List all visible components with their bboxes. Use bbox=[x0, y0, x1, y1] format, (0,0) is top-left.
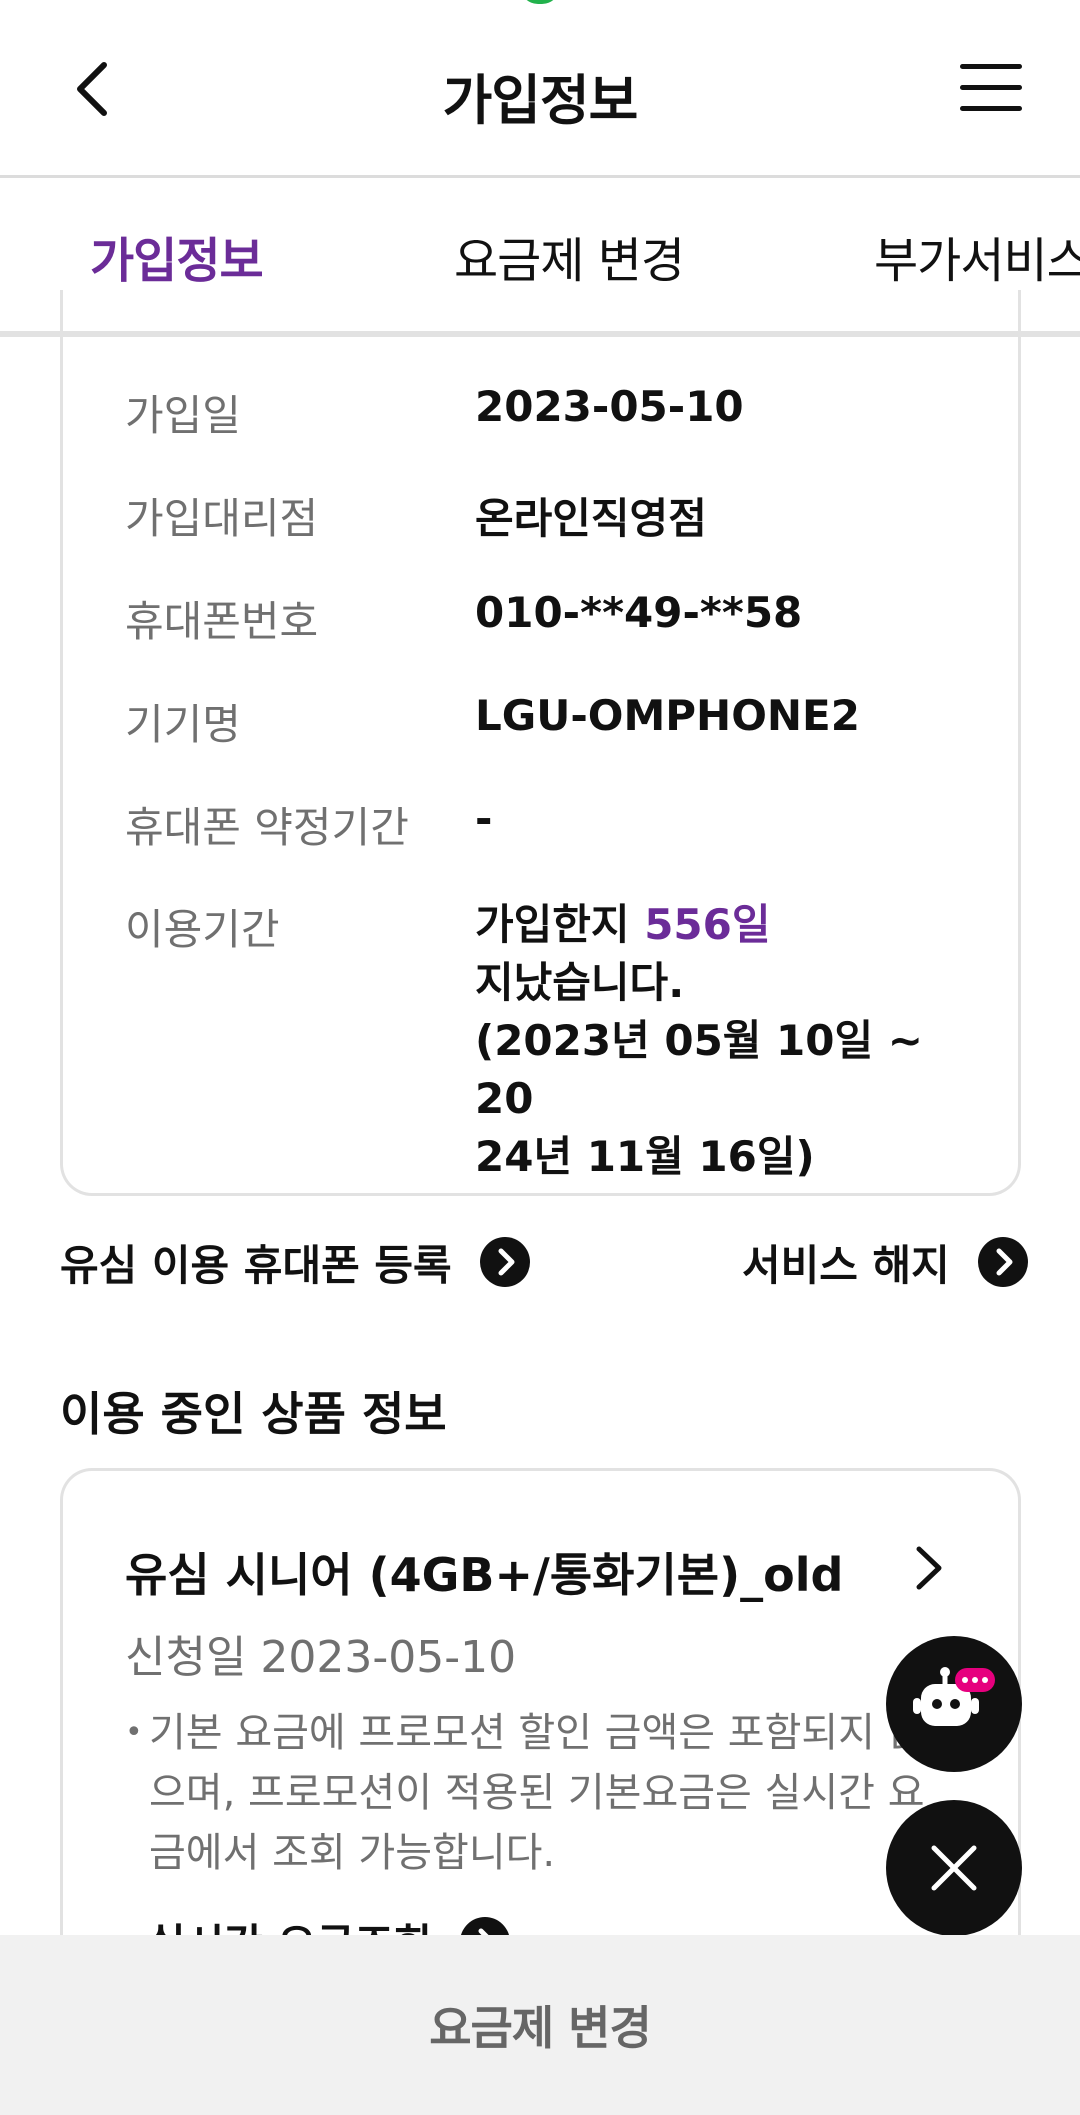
info-value: - bbox=[475, 794, 493, 843]
subscription-info-card: 가입일 2023-05-10 가입대리점 온라인직영점 휴대폰번호 010-**… bbox=[60, 290, 1021, 1196]
hamburger-icon bbox=[960, 64, 1022, 69]
change-plan-button[interactable]: 요금제 변경 bbox=[0, 1935, 1080, 2115]
info-label: 기기명 bbox=[125, 700, 241, 749]
page-title: 가입정보 bbox=[442, 69, 639, 132]
menu-button[interactable] bbox=[958, 60, 1024, 116]
bullet-icon: • bbox=[125, 1715, 143, 1750]
info-value: 2023-05-10 bbox=[475, 382, 744, 431]
close-floating-button[interactable] bbox=[886, 1800, 1022, 1936]
info-label: 이용기간 bbox=[125, 905, 280, 954]
info-label: 휴대폰번호 bbox=[125, 597, 319, 646]
chatbot-button[interactable] bbox=[886, 1636, 1022, 1772]
change-plan-label: 요금제 변경 bbox=[429, 2001, 652, 2055]
promotion-note: • 기본 요금에 프로모션 할인 금액은 포함되지 않으며, 프로모션이 적용된… bbox=[125, 1703, 945, 1883]
days-count: 556일 bbox=[644, 900, 771, 949]
close-icon bbox=[931, 1845, 977, 1891]
info-value: 010-**49-**58 bbox=[475, 588, 803, 637]
arrow-right-circle-icon bbox=[977, 1237, 1028, 1287]
info-label: 휴대폰 약정기간 bbox=[125, 803, 409, 852]
register-usim-phone-link[interactable]: 유심 이용 휴대폰 등록 bbox=[60, 1232, 530, 1292]
chatbot-icon bbox=[913, 1667, 995, 1726]
info-label: 가입대리점 bbox=[125, 494, 319, 543]
terminate-service-link[interactable]: 서비스 해지 bbox=[742, 1232, 1028, 1292]
info-label: 가입일 bbox=[125, 391, 241, 440]
apply-date: 신청일 2023-05-10 bbox=[125, 1632, 517, 1683]
info-value: 온라인직영점 bbox=[475, 494, 707, 543]
usage-period-value: 가입한지 556일 지났습니다. (2023년 05월 10일 ~ 20 24년… bbox=[475, 900, 923, 1181]
product-name: 유심 시니어 (4GB+/통화기본)_old bbox=[125, 1548, 844, 1602]
section-title: 이용 중인 상품 정보 bbox=[60, 1387, 447, 1441]
info-value: LGU-OMPHONE2 bbox=[475, 691, 860, 740]
chevron-right-icon bbox=[916, 1546, 942, 1590]
app-header: 가입정보 bbox=[0, 0, 1080, 178]
arrow-right-circle-icon bbox=[479, 1237, 530, 1287]
status-indicator bbox=[520, 0, 560, 4]
